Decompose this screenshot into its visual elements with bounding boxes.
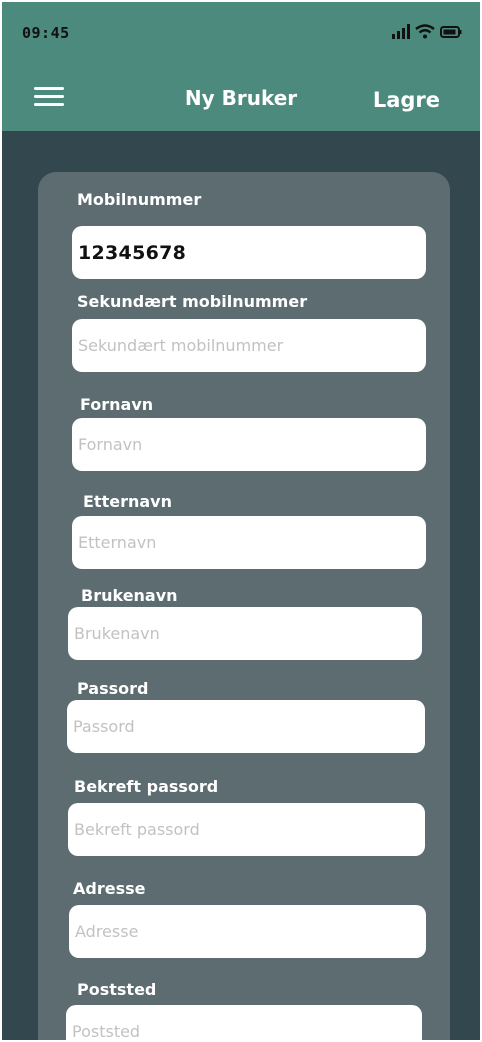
wifi-icon [415,24,435,39]
postal-place-field[interactable]: Poststed [66,1005,422,1040]
phone-screen: 09:45 Ny Bruker Lagre Mobilnummer 123456… [2,2,480,1040]
last-name-field[interactable]: Etternavn [72,516,426,569]
label-secondary-mobile: Sekundært mobilnummer [77,292,308,311]
password-field[interactable]: Passord [67,700,425,753]
signal-icon [392,24,410,39]
address-field[interactable]: Adresse [69,905,426,958]
battery-icon [440,25,462,38]
label-address: Adresse [73,879,146,898]
label-confirm-password: Bekreft passord [74,777,219,796]
username-field[interactable]: Brukenavn [68,607,422,660]
label-mobile: Mobilnummer [77,190,202,209]
label-first-name: Fornavn [80,395,154,414]
label-username: Brukenavn [81,586,178,605]
status-icons [392,24,462,39]
label-postal-place: Poststed [77,980,157,999]
label-last-name: Etternavn [83,492,172,511]
new-user-form: Mobilnummer 12345678 Sekundært mobilnumm… [38,172,450,1040]
app-header: 09:45 Ny Bruker Lagre [2,2,480,131]
status-time: 09:45 [22,24,70,42]
save-button[interactable]: Lagre [373,88,440,112]
secondary-mobile-field[interactable]: Sekundært mobilnummer [72,319,426,372]
mobile-field[interactable]: 12345678 [72,226,426,279]
first-name-field[interactable]: Fornavn [72,418,426,471]
confirm-password-field[interactable]: Bekreft passord [68,803,425,856]
label-password: Passord [77,679,149,698]
